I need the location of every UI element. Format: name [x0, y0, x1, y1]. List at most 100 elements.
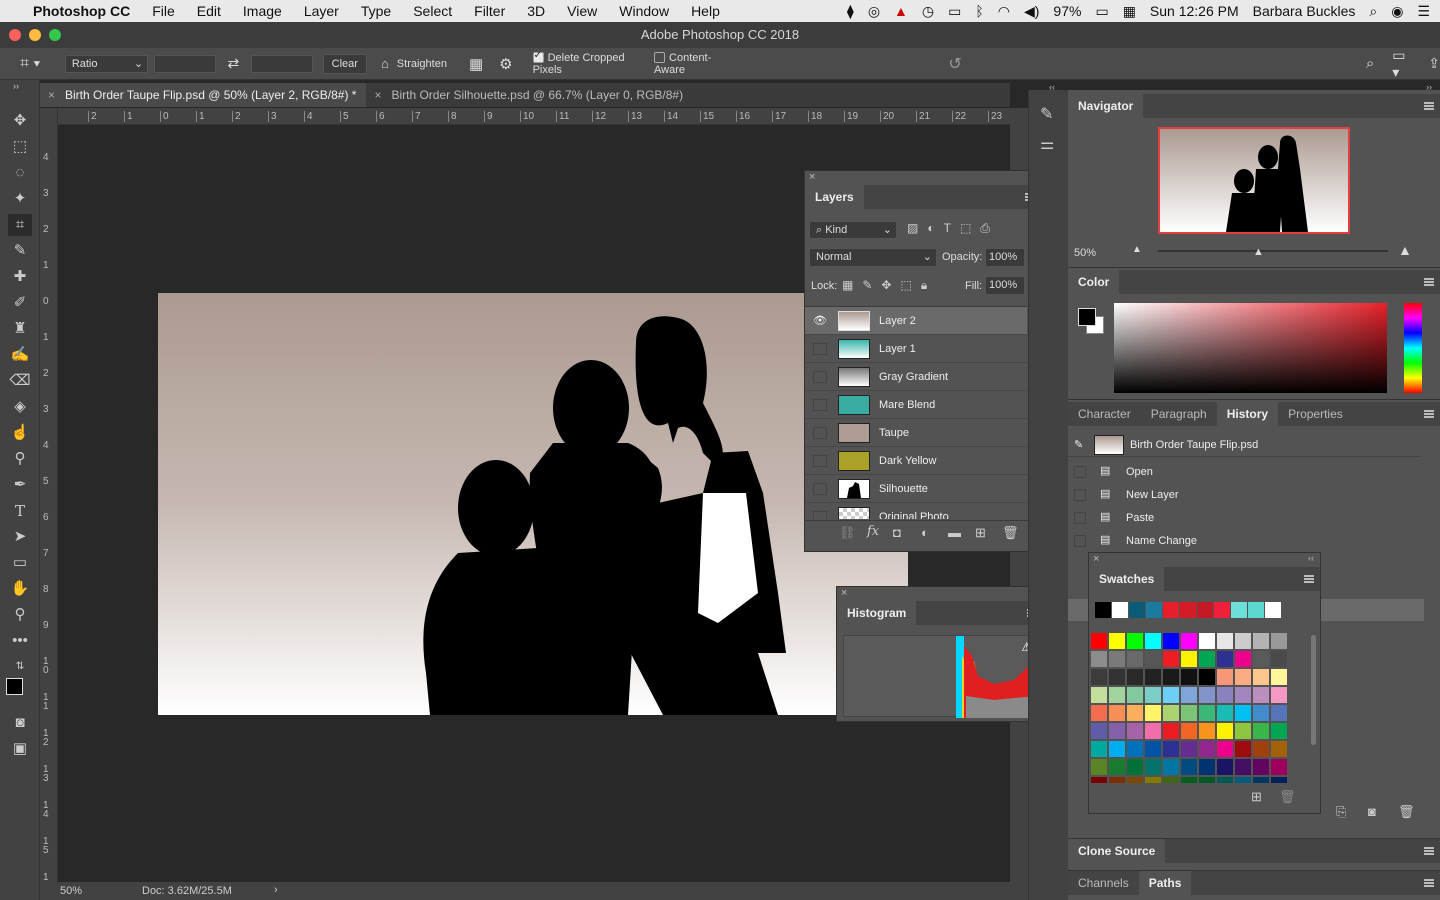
tab-properties[interactable]: Properties: [1278, 402, 1353, 426]
layer-row-original-photo[interactable]: Original Photo: [805, 503, 1027, 519]
layer-name[interactable]: Gray Gradient: [879, 371, 948, 383]
swatch[interactable]: [1163, 669, 1179, 685]
swatch[interactable]: [1248, 602, 1264, 618]
creative-cloud-icon[interactable]: ◎: [868, 3, 880, 20]
swatch[interactable]: [1127, 723, 1143, 739]
swatch[interactable]: [1091, 777, 1107, 783]
swatch[interactable]: [1199, 669, 1215, 685]
workspace-icon[interactable]: ▭ ▾: [1392, 47, 1414, 81]
zoom-out-icon[interactable]: ▲: [1132, 244, 1142, 255]
swatch[interactable]: [1180, 602, 1196, 618]
swatch[interactable]: [1217, 777, 1233, 783]
layer-row-taupe[interactable]: Taupe: [805, 419, 1027, 447]
reset-crop-icon[interactable]: ↺: [948, 54, 961, 74]
swatch[interactable]: [1181, 705, 1197, 721]
swatch[interactable]: [1146, 602, 1162, 618]
straighten-icon[interactable]: ⌂: [381, 56, 389, 71]
time-machine-icon[interactable]: ◷: [922, 3, 934, 20]
swatch[interactable]: [1271, 723, 1287, 739]
swatch[interactable]: [1235, 651, 1251, 667]
crop-settings-gear-icon[interactable]: ⚙: [499, 55, 512, 73]
new-layer-icon[interactable]: ⊞: [975, 525, 986, 541]
lock-transparent-pixels-icon[interactable]: ▦: [842, 278, 862, 292]
siri-icon[interactable]: ◉: [1391, 3, 1403, 20]
marquee-tool-icon[interactable]: ⬚: [8, 136, 32, 158]
swatch[interactable]: [1091, 741, 1107, 757]
swatch[interactable]: [1181, 651, 1197, 667]
delete-layer-trash-icon[interactable]: 🗑︎: [1002, 525, 1019, 541]
swatch[interactable]: [1199, 723, 1215, 739]
content-aware-checkbox[interactable]: Content-Aware: [654, 52, 734, 76]
history-step[interactable]: ▤ Open: [1068, 461, 1420, 484]
type-tool-icon[interactable]: T: [8, 500, 32, 522]
swatch[interactable]: [1109, 633, 1125, 649]
swatch[interactable]: [1253, 741, 1269, 757]
path-selection-tool-icon[interactable]: ➤: [8, 526, 32, 548]
blend-mode-dropdown[interactable]: Normal ⌄: [809, 248, 937, 267]
adjustments-icon[interactable]: ⚌: [1040, 134, 1054, 154]
zoom-level[interactable]: 50%: [60, 885, 82, 897]
swatch[interactable]: [1214, 602, 1230, 618]
magic-wand-tool-icon[interactable]: ✦: [8, 188, 32, 210]
lock-all-icon[interactable]: 🔒︎: [921, 278, 936, 292]
swatch[interactable]: [1163, 705, 1179, 721]
swatch[interactable]: [1112, 602, 1128, 618]
tab-color[interactable]: Color: [1068, 270, 1120, 294]
new-group-folder-icon[interactable]: ▬: [948, 525, 961, 540]
swatch[interactable]: [1091, 687, 1107, 703]
swatch[interactable]: [1253, 723, 1269, 739]
swatch[interactable]: [1091, 633, 1107, 649]
swatch[interactable]: [1145, 651, 1161, 667]
fill-input[interactable]: 100%: [985, 276, 1025, 295]
crop-tool-preset-icon[interactable]: ⌗ ▾: [20, 55, 53, 73]
spotlight-icon[interactable]: ⌕: [1369, 3, 1377, 20]
foreground-color-swatch[interactable]: [6, 678, 23, 695]
smart-object-filter-icon[interactable]: ⎙: [980, 221, 999, 235]
swatch[interactable]: [1181, 777, 1197, 783]
swatch[interactable]: [1217, 651, 1233, 667]
swatch[interactable]: [1091, 669, 1107, 685]
lock-position-icon[interactable]: ✥: [881, 278, 900, 292]
menu-image[interactable]: Image: [232, 3, 293, 19]
navigator-zoom-level[interactable]: 50%: [1074, 247, 1096, 259]
swatch[interactable]: [1127, 705, 1143, 721]
menu-file[interactable]: File: [141, 3, 186, 19]
clone-stamp-tool-icon[interactable]: ♜: [8, 318, 32, 340]
airplay-icon[interactable]: ▭: [948, 3, 961, 20]
swatch[interactable]: [1145, 759, 1161, 775]
straighten-button[interactable]: Straighten: [397, 58, 447, 70]
swatch[interactable]: [1163, 602, 1179, 618]
swatch[interactable]: [1217, 633, 1233, 649]
rectangle-tool-icon[interactable]: ▭: [8, 552, 32, 574]
swatch[interactable]: [1145, 723, 1161, 739]
tab-navigator[interactable]: Navigator: [1068, 94, 1144, 118]
visibility-toggle-icon[interactable]: [813, 427, 827, 439]
zoom-in-icon[interactable]: ▲: [1398, 242, 1412, 258]
opacity-input[interactable]: 100%: [985, 248, 1025, 267]
smudge-tool-icon[interactable]: ☝: [8, 422, 32, 444]
swatch[interactable]: [1217, 759, 1233, 775]
swatch[interactable]: [1235, 633, 1251, 649]
close-window-button[interactable]: [9, 29, 21, 41]
layer-row-mare-blend[interactable]: Mare Blend: [805, 391, 1027, 419]
swatch[interactable]: [1235, 759, 1251, 775]
panel-close-icon[interactable]: ×: [841, 587, 847, 599]
tab-histogram[interactable]: Histogram: [837, 601, 917, 625]
swatch[interactable]: [1217, 723, 1233, 739]
healing-brush-tool-icon[interactable]: ✚: [8, 266, 32, 288]
history-brush-tool-icon[interactable]: ✍: [8, 344, 32, 366]
checkbox-unchecked-icon[interactable]: [654, 52, 666, 64]
swatch[interactable]: [1163, 651, 1179, 667]
swatch[interactable]: [1217, 705, 1233, 721]
app-menu[interactable]: Photoshop CC: [22, 3, 141, 19]
panel-menu-icon[interactable]: [1424, 879, 1434, 887]
checkbox-checked-icon[interactable]: [532, 50, 544, 64]
swatch[interactable]: [1217, 741, 1233, 757]
menu-filter[interactable]: Filter: [463, 3, 516, 19]
shape-filter-icon[interactable]: ⬚: [960, 221, 980, 235]
vertical-ruler[interactable]: 432101234567891 01 11 21 31 41 51: [40, 108, 58, 883]
history-checkbox[interactable]: [1074, 466, 1086, 478]
menu-select[interactable]: Select: [402, 3, 463, 19]
swatch[interactable]: [1145, 633, 1161, 649]
layer-name[interactable]: Silhouette: [879, 483, 928, 495]
